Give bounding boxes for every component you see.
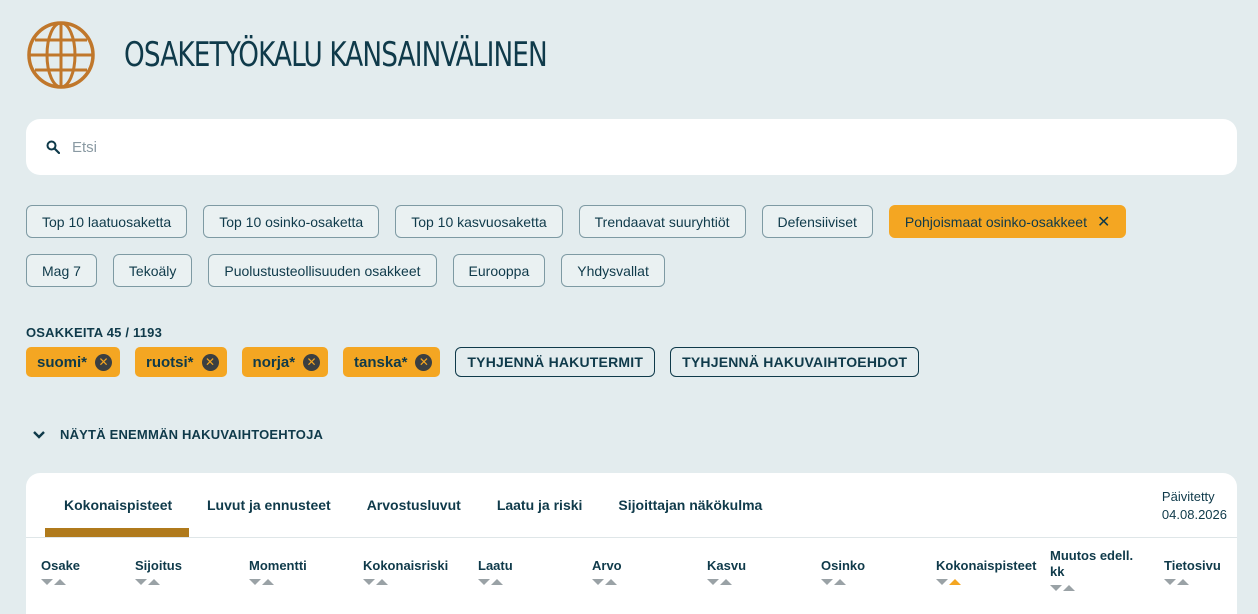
remove-icon[interactable]: ✕ (201, 353, 219, 371)
clear-search-terms-button[interactable]: TYHJENNÄ HAKUTERMIT (455, 347, 656, 377)
preset-chip[interactable]: Yhdysvallat (561, 254, 665, 287)
globe-icon (27, 21, 95, 89)
page-header: OSAKETYÖKALU KANSAINVÄLINEN (26, 20, 616, 90)
column-header-tietosivu[interactable]: Tietosivu (1164, 556, 1221, 585)
preset-chip[interactable]: Eurooppa (452, 254, 546, 287)
column-header-momentti[interactable]: Momentti (249, 556, 307, 585)
column-label: Kasvu (707, 558, 747, 573)
show-more-options-toggle[interactable]: NÄYTÄ ENEMMÄN HAKUVAIHTOEHTOJA (32, 427, 323, 442)
column-header-kokonaispisteet[interactable]: Kokonaispisteet (936, 556, 1036, 585)
updated-date: 04.08.2026 (1161, 507, 1227, 522)
search-bar[interactable] (26, 119, 1237, 175)
clear-search-options-button[interactable]: TYHJENNÄ HAKUVAIHTOEHDOT (670, 347, 920, 377)
column-header-muutos[interactable]: Muutos edell. kk (1050, 548, 1140, 591)
preset-chip-label: Puolustusteollisuuden osakkeet (224, 262, 421, 279)
preset-chip-label: Top 10 kasvuosaketta (411, 213, 547, 230)
column-label: Muutos edell. kk (1050, 548, 1134, 579)
search-term-tag: tanska* ✕ (343, 347, 441, 377)
divider (26, 537, 1237, 538)
sort-icon[interactable] (707, 579, 746, 585)
preset-chip-label: Defensiiviset (777, 213, 857, 230)
column-label: Osinko (821, 558, 866, 573)
preset-chip-label: Pohjoismaat osinko-osakkeet (904, 213, 1087, 230)
column-label: Kokonaispisteet (936, 558, 1037, 573)
preset-chip[interactable]: Trendaavat suuryhtiöt (578, 205, 746, 238)
preset-chip-label: Top 10 osinko-osaketta (219, 213, 364, 230)
column-label: Momentti (249, 558, 307, 573)
preset-chip[interactable]: Top 10 kasvuosaketta (395, 205, 563, 238)
tab-luvut-ja-ennusteet[interactable]: Luvut ja ennusteet (189, 473, 349, 537)
remove-icon[interactable]: ✕ (303, 353, 321, 371)
table-header: Osake Sijoitus Momentti Kokonaisriski La… (41, 548, 1231, 613)
search-term-tag: ruotsi* ✕ (135, 347, 227, 377)
results-count: OSAKKEITA 45 / 1193 (26, 325, 163, 340)
sort-icon[interactable] (135, 579, 182, 585)
preset-chip-label: Tekoäly (128, 262, 177, 279)
preset-chip[interactable]: Top 10 osinko-osaketta (203, 205, 380, 238)
tag-label: ruotsi* (146, 353, 194, 371)
preset-filters: Top 10 laatuosaketta Top 10 osinko-osake… (26, 205, 1226, 303)
sort-icon[interactable] (1050, 585, 1140, 591)
sort-icon[interactable] (478, 579, 513, 585)
tag-label: tanska* (354, 353, 408, 371)
preset-row-1: Top 10 laatuosaketta Top 10 osinko-osake… (26, 205, 1226, 238)
search-term-tag: norja* ✕ (241, 347, 329, 377)
page-title: OSAKETYÖKALU KANSAINVÄLINEN (124, 35, 548, 75)
preset-chip[interactable]: Top 10 laatuosaketta (26, 205, 188, 238)
column-label: Laatu (478, 558, 513, 573)
updated-info: Päivitetty 04.08.2026 (1162, 488, 1227, 524)
table-tabs: Kokonaispisteet Luvut ja ennusteet Arvos… (45, 473, 780, 537)
preset-chip-label: Mag 7 (42, 262, 81, 279)
results-panel: Kokonaispisteet Luvut ja ennusteet Arvos… (26, 473, 1237, 614)
column-header-laatu[interactable]: Laatu (478, 556, 513, 585)
preset-chip[interactable]: Puolustusteollisuuden osakkeet (208, 254, 437, 287)
column-label: Osake (41, 558, 81, 573)
preset-row-2: Mag 7 Tekoäly Puolustusteollisuuden osak… (26, 254, 1226, 287)
preset-chip-label: Top 10 laatuosaketta (42, 213, 172, 230)
tab-arvostusluvut[interactable]: Arvostusluvut (349, 473, 479, 537)
preset-chip-label: Eurooppa (468, 262, 530, 279)
preset-chip[interactable]: Tekoäly (112, 254, 193, 287)
column-header-osinko[interactable]: Osinko (821, 556, 865, 585)
close-icon[interactable]: ✕ (1097, 212, 1110, 232)
column-header-osake[interactable]: Osake (41, 556, 80, 585)
tag-label: norja* (252, 353, 296, 371)
tab-kokonaispisteet[interactable]: Kokonaispisteet (45, 473, 189, 537)
sort-icon[interactable] (592, 579, 622, 585)
preset-chip[interactable]: Defensiiviset (761, 205, 873, 238)
search-term-tag: suomi* ✕ (26, 347, 121, 377)
column-header-kasvu[interactable]: Kasvu (707, 556, 746, 585)
column-header-arvo[interactable]: Arvo (592, 556, 622, 585)
chevron-down-icon (33, 430, 45, 439)
column-label: Arvo (592, 558, 622, 573)
column-label: Kokonaisriski (363, 558, 449, 573)
sort-icon-active[interactable] (936, 579, 1036, 585)
sort-icon[interactable] (1164, 579, 1221, 585)
remove-icon[interactable]: ✕ (95, 353, 113, 371)
remove-icon[interactable]: ✕ (415, 353, 433, 371)
show-more-options-label: NÄYTÄ ENEMMÄN HAKUVAIHTOEHTOJA (60, 427, 324, 442)
preset-chip-label: Yhdysvallat (577, 262, 649, 279)
search-input[interactable] (72, 138, 1172, 156)
column-label: Sijoitus (135, 558, 182, 573)
column-header-sijoitus[interactable]: Sijoitus (135, 556, 182, 585)
search-icon (46, 140, 60, 154)
tag-label: suomi* (37, 353, 88, 371)
updated-label: Päivitetty (1161, 489, 1215, 504)
tab-laatu-ja-riski[interactable]: Laatu ja riski (479, 473, 601, 537)
sort-icon[interactable] (363, 579, 448, 585)
preset-chip-label: Trendaavat suuryhtiöt (594, 213, 730, 230)
tab-sijoittajan-nakokulma[interactable]: Sijoittajan näkökulma (600, 473, 780, 537)
preset-chip[interactable]: Mag 7 (26, 254, 97, 287)
sort-icon[interactable] (249, 579, 307, 585)
sort-icon[interactable] (41, 579, 80, 585)
sort-icon[interactable] (821, 579, 865, 585)
column-header-kokonaisriski[interactable]: Kokonaisriski (363, 556, 448, 585)
search-term-tags: suomi* ✕ ruotsi* ✕ norja* ✕ tanska* ✕ TYHJEN… (26, 347, 934, 377)
column-label: Tietosivu (1164, 558, 1221, 573)
preset-chip-active[interactable]: Pohjoismaat osinko-osakkeet ✕ (888, 205, 1127, 238)
